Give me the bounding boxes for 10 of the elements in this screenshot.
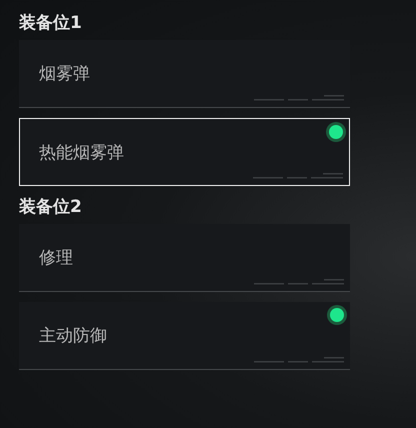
option-label: 主动防御 (39, 325, 107, 347)
option-label: 烟雾弹 (39, 63, 90, 85)
section-title: 装备位1 (19, 12, 82, 34)
option-card[interactable]: 修理 (19, 224, 350, 292)
option-label: 修理 (39, 247, 73, 269)
option-card[interactable]: 热能烟雾弹 (19, 118, 350, 186)
option-card[interactable]: 主动防御 (19, 302, 350, 370)
option-card[interactable]: 烟雾弹 (19, 40, 350, 108)
option-label: 热能烟雾弹 (39, 142, 124, 164)
section-title: 装备位2 (19, 196, 82, 218)
